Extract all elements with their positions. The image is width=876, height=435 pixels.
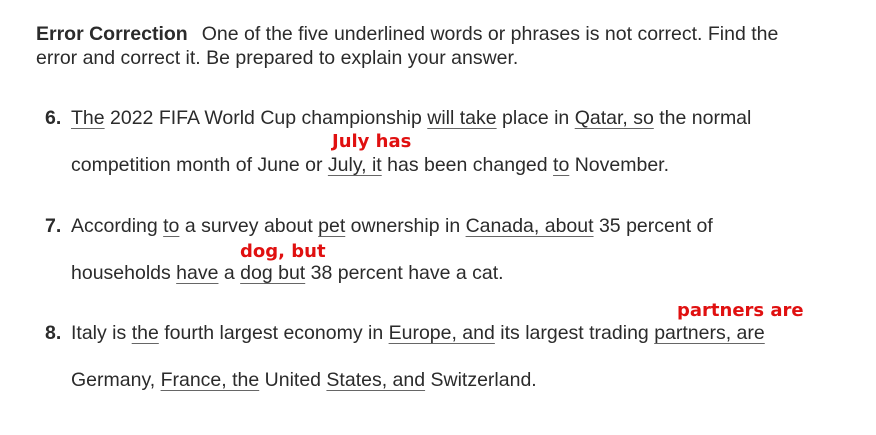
q8-text: Germany, <box>71 369 161 391</box>
q6-line-1: 6. The 2022 FIFA World Cup championship w… <box>45 106 751 130</box>
instructions-line-1: Error Correction One of the five underlin… <box>36 22 778 46</box>
q7-text: ownership in <box>345 215 466 237</box>
q8-option-e: States, and <box>326 369 426 391</box>
q6-correction-annotation: July has <box>332 131 412 152</box>
q6-text: competition month of June or <box>71 154 328 176</box>
q7-option-a: to <box>163 215 180 237</box>
q6-text: 2022 FIFA World Cup championship <box>104 107 428 129</box>
instructions-text-1: One of the five underlined words or phra… <box>201 23 779 45</box>
q8-number: 8. <box>45 322 62 344</box>
q7-line-1: 7. According to a survey about pet owners… <box>45 214 713 238</box>
q7-option-e: dog but <box>240 262 306 284</box>
q8-text: Italy is <box>71 322 132 344</box>
q7-option-d: have <box>176 262 219 284</box>
q8-text: United <box>259 369 327 391</box>
q6-text: the normal <box>653 107 752 129</box>
q7-text: households <box>71 262 177 284</box>
q7-text: According <box>71 215 164 237</box>
q6-text: place in <box>496 107 575 129</box>
instructions: Error Correction One of the five underlin… <box>36 22 778 70</box>
q6-option-d: July, it <box>327 154 382 176</box>
section-title: Error Correction <box>36 23 188 45</box>
q7-text: 35 percent of <box>593 215 713 237</box>
q7-text: a <box>218 262 241 284</box>
q7-text: 38 percent have a cat. <box>305 262 504 284</box>
instructions-line-2: error and correct it. Be prepared to exp… <box>36 47 519 69</box>
q7-option-c: Canada, about <box>465 215 594 237</box>
q8-option-c: partners, are <box>654 322 765 344</box>
q8-text: fourth largest economy in <box>158 322 389 344</box>
q6-text: has been changed <box>381 154 554 176</box>
q6-number: 6. <box>45 107 62 129</box>
q8-correction-annotation: partners are <box>677 300 804 321</box>
q8-text: its largest trading <box>494 322 655 344</box>
q7-text: a survey about <box>179 215 319 237</box>
q8-line-2: Germany, France, the United States, and … <box>71 368 537 392</box>
q8-option-d: France, the <box>160 369 260 391</box>
q8-text: Switzerland. <box>425 369 537 391</box>
q8-line-1: 8. Italy is the fourth largest economy in… <box>45 321 765 345</box>
q6-option-e: to <box>553 154 570 176</box>
q6-option-b: will take <box>427 107 497 129</box>
q6-text: November. <box>569 154 670 176</box>
q8-option-b: Europe, and <box>388 322 495 344</box>
q7-correction-annotation: dog, but <box>240 241 326 262</box>
q6-line-2: competition month of June or July, it ha… <box>71 153 669 177</box>
q7-line-2: households have a dog but 38 percent hav… <box>71 261 504 285</box>
q6-option-c: Qatar, so <box>574 107 654 129</box>
q7-number: 7. <box>45 215 62 237</box>
q7-option-b: pet <box>318 215 346 237</box>
q6-option-a: The <box>71 107 105 129</box>
q8-option-a: the <box>131 322 159 344</box>
